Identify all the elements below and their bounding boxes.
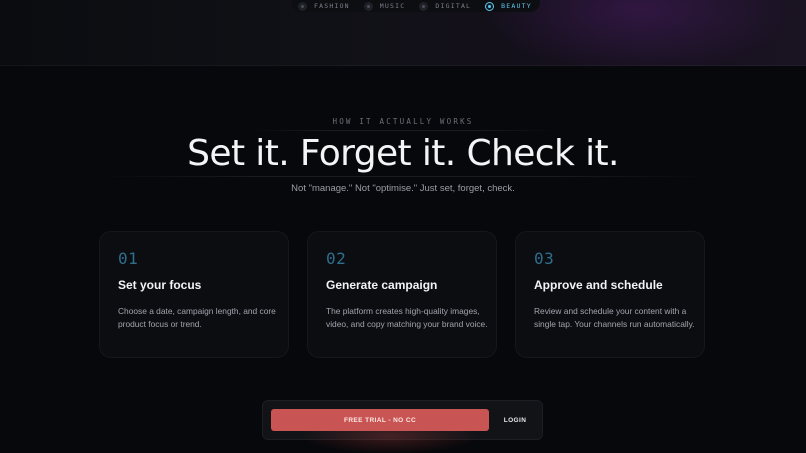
step-description: Choose a date, campaign length, and core…: [118, 306, 276, 329]
step-card: 03 Approve and schedule Review and sched…: [515, 231, 705, 358]
category-label: BEAUTY: [501, 2, 532, 10]
category-label: FASHION: [314, 2, 350, 10]
step-card: 02 Generate campaign The platform create…: [307, 231, 497, 358]
category-digital[interactable]: DIGITAL: [419, 1, 472, 11]
section-headline: Set it. Forget it. Check it.: [187, 133, 619, 174]
category-fashion[interactable]: FASHION: [298, 1, 350, 11]
category-label: DIGITAL: [435, 2, 472, 10]
step-title: Approve and schedule: [534, 278, 663, 292]
category-bar: FASHION MUSIC DIGITAL BEAUTY: [292, 0, 540, 12]
category-label: MUSIC: [379, 2, 406, 10]
category-beauty[interactable]: BEAUTY: [485, 1, 532, 11]
category-music[interactable]: MUSIC: [363, 1, 406, 11]
divider: [100, 176, 706, 177]
step-title: Generate campaign: [326, 278, 438, 292]
login-button[interactable]: LOGIN: [495, 409, 535, 431]
free-trial-button[interactable]: FREE TRIAL - NO CC: [271, 409, 489, 431]
circle-dot-icon: [298, 1, 307, 11]
section-subline: Not "manage." Not "optimise." Just set, …: [291, 183, 515, 194]
page: FASHION MUSIC DIGITAL BEAUTY HOW IT ACTU…: [0, 0, 806, 453]
circle-dot-icon: [485, 1, 495, 11]
step-number: 02: [326, 249, 347, 268]
circle-dot-icon: [419, 1, 429, 11]
step-description: Review and schedule your content with a …: [534, 306, 695, 329]
step-card: 01 Set your focus Choose a date, campaig…: [99, 231, 289, 358]
section-eyebrow: HOW IT ACTUALLY WORKS: [332, 117, 474, 126]
step-number: 03: [534, 249, 555, 268]
step-description: The platform creates high-quality images…: [326, 306, 488, 329]
circle-dot-icon: [363, 1, 373, 11]
step-number: 01: [118, 249, 139, 268]
step-title: Set your focus: [118, 278, 202, 292]
